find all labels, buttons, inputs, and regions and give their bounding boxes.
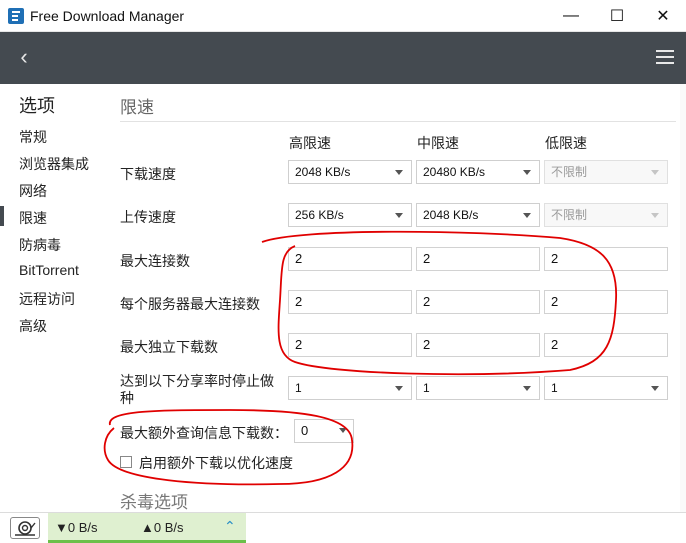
select-value: 1 <box>551 381 558 395</box>
extra-queries-label: 最大额外查询信息下载数： <box>120 425 288 441</box>
chevron-down-icon <box>651 213 659 218</box>
max-connections-medium-input[interactable]: 2 <box>416 247 540 271</box>
chevron-down-icon <box>339 428 347 433</box>
sidebar-item-network[interactable]: 网络 <box>19 181 47 201</box>
optimize-speed-label[interactable]: 启用额外下载以优化速度 <box>139 453 293 473</box>
chevron-down-icon <box>395 386 403 391</box>
chevron-down-icon <box>523 213 531 218</box>
sidebar-item-browser-integration[interactable]: 浏览器集成 <box>19 154 89 174</box>
upload-speed-high-select[interactable]: 256 KB/s <box>288 203 412 227</box>
chevron-down-icon <box>395 213 403 218</box>
column-header-medium: 中限速 <box>417 135 459 151</box>
window-title: Free Download Manager <box>30 8 185 24</box>
select-value: 不限制 <box>551 208 588 222</box>
seed-ratio-medium-select[interactable]: 1 <box>416 376 540 400</box>
download-speed-medium-select[interactable]: 20480 KB/s <box>416 160 540 184</box>
optimize-speed-checkbox[interactable] <box>120 456 132 468</box>
app-icon <box>8 8 24 24</box>
chevron-left-icon[interactable]: ‹ <box>12 46 36 68</box>
chevron-down-icon <box>523 386 531 391</box>
sidebar-item-bittorrent[interactable]: BitTorrent <box>19 262 79 278</box>
hamburger-icon[interactable] <box>656 50 674 64</box>
sidebar-active-indicator <box>0 206 4 226</box>
download-speed-label: 下载速度 <box>120 166 176 182</box>
sidebar-item-antivirus[interactable]: 防病毒 <box>19 235 61 255</box>
close-button[interactable]: ✕ <box>640 0 686 32</box>
upload-speed-label: 上传速度 <box>120 209 176 225</box>
max-downloads-low-input[interactable]: 2 <box>544 333 668 357</box>
snail-icon[interactable] <box>10 517 40 539</box>
select-value: 2048 KB/s <box>423 208 479 222</box>
select-value: 20480 KB/s <box>423 165 486 179</box>
section-title: 限速 <box>120 98 154 117</box>
antivirus-section-title: 杀毒选项 <box>120 493 188 512</box>
sidebar-item-remote-access[interactable]: 远程访问 <box>19 289 75 309</box>
seed-ratio-label: 达到以下分享率时停止做种 <box>120 373 274 406</box>
select-value: 256 KB/s <box>295 208 344 222</box>
upload-speed-medium-select[interactable]: 2048 KB/s <box>416 203 540 227</box>
upload-speed-indicator: ▲0 B/s <box>141 520 184 535</box>
select-value: 1 <box>423 381 430 395</box>
select-value: 不限制 <box>551 165 588 179</box>
sidebar-item-advanced[interactable]: 高级 <box>19 316 47 336</box>
download-speed-high-select[interactable]: 2048 KB/s <box>288 160 412 184</box>
column-header-low: 低限速 <box>545 135 587 151</box>
chevron-down-icon <box>523 170 531 175</box>
download-speed-low-select: 不限制 <box>544 160 668 184</box>
max-downloads-medium-input[interactable]: 2 <box>416 333 540 357</box>
section-divider <box>120 121 676 122</box>
maximize-button[interactable]: ☐ <box>594 0 640 32</box>
upload-speed-low-select: 不限制 <box>544 203 668 227</box>
sidebar-item-general[interactable]: 常规 <box>19 127 47 147</box>
select-value: 1 <box>295 381 302 395</box>
select-value: 2048 KB/s <box>295 165 351 179</box>
download-speed-indicator: ▼0 B/s <box>55 520 98 535</box>
sidebar-title: 选项 <box>19 96 55 116</box>
max-downloads-label: 最大独立下载数 <box>120 339 218 355</box>
minimize-button[interactable]: — <box>548 0 594 32</box>
seed-ratio-low-select[interactable]: 1 <box>544 376 668 400</box>
max-connections-low-input[interactable]: 2 <box>544 247 668 271</box>
app-header: ‹ <box>0 32 686 84</box>
max-connections-per-server-low-input[interactable]: 2 <box>544 290 668 314</box>
status-bar: ▼0 B/s ▲0 B/s ⌃ <box>0 512 686 543</box>
scrollbar-track[interactable] <box>680 84 686 512</box>
seed-ratio-high-select[interactable]: 1 <box>288 376 412 400</box>
max-connections-per-server-medium-input[interactable]: 2 <box>416 290 540 314</box>
max-connections-high-input[interactable]: 2 <box>288 247 412 271</box>
chevron-down-icon <box>395 170 403 175</box>
title-bar: Free Download Manager — ☐ ✕ <box>0 0 686 32</box>
max-connections-per-server-high-input[interactable]: 2 <box>288 290 412 314</box>
chevron-up-icon[interactable]: ⌃ <box>224 518 236 535</box>
spinbox-value: 0 <box>301 423 309 438</box>
column-header-high: 高限速 <box>289 135 331 151</box>
max-downloads-high-input[interactable]: 2 <box>288 333 412 357</box>
sidebar-item-speed-limits[interactable]: 限速 <box>19 208 47 228</box>
max-connections-per-server-label: 每个服务器最大连接数 <box>120 296 260 312</box>
extra-queries-spinbox[interactable]: 0 <box>294 419 354 443</box>
max-connections-label: 最大连接数 <box>120 253 190 269</box>
chevron-down-icon <box>651 170 659 175</box>
chevron-down-icon <box>651 386 659 391</box>
